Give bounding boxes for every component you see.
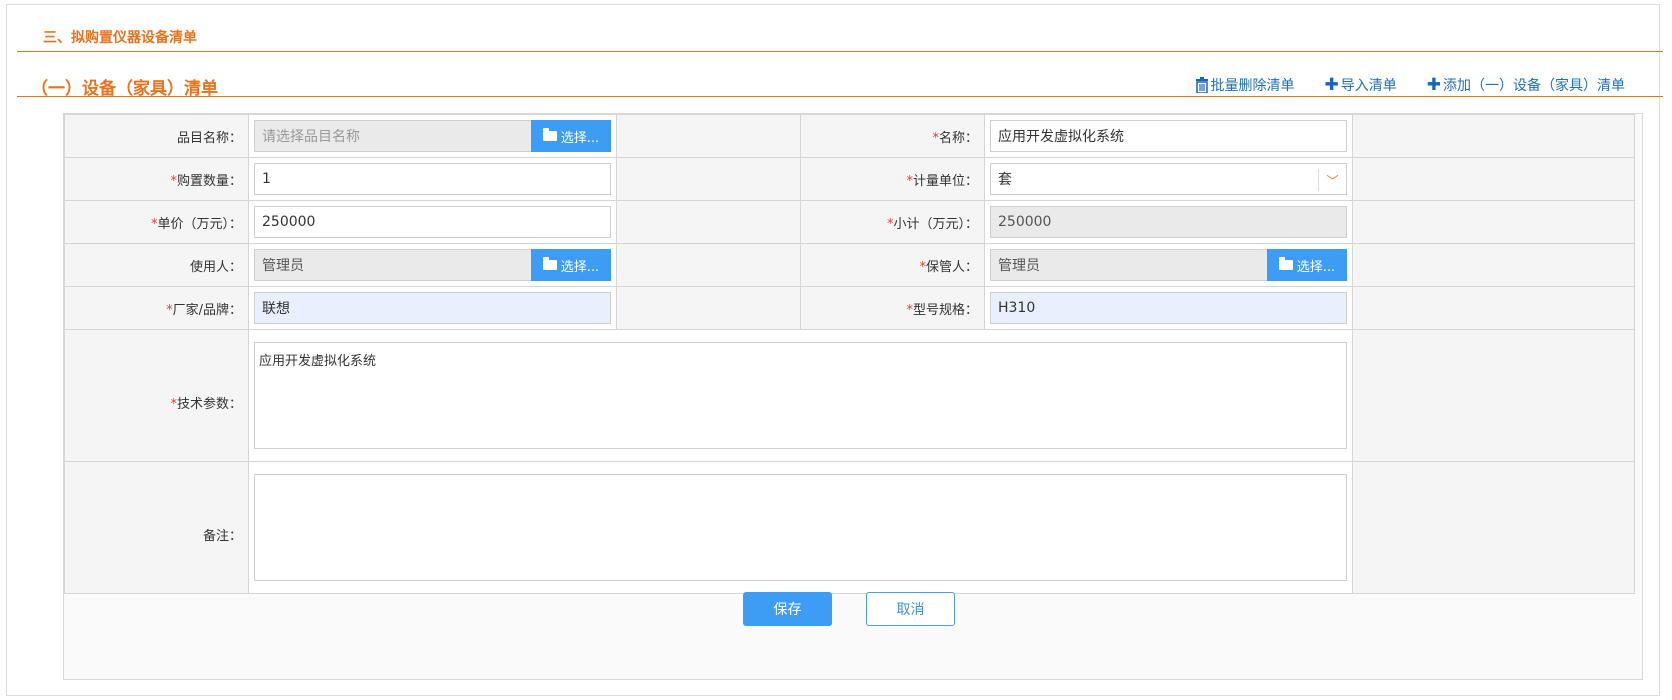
equipment-form: 品目名称： 请选择品目名称 选择... *名称： 应用开发虚拟化系统 *购置数量… xyxy=(63,113,1643,680)
batch-delete-button[interactable]: 批量删除清单 xyxy=(1195,75,1295,95)
name-label: *名称： xyxy=(800,114,985,158)
plus-icon: ✚ xyxy=(1426,74,1441,95)
form-row-people: 使用人： 管理员 选择... *保管人： 管理员 选择... xyxy=(64,243,1635,287)
form-grid: 品目名称： 请选择品目名称 选择... *名称： 应用开发虚拟化系统 *购置数量… xyxy=(64,114,1635,594)
subsection-divider xyxy=(17,96,1663,97)
save-button[interactable]: 保存 xyxy=(743,592,832,626)
unit-select-value: 套 xyxy=(998,172,1012,188)
batch-delete-label: 批量删除清单 xyxy=(1210,78,1295,94)
unit-label: *计量单位： xyxy=(800,157,985,201)
remarks-textarea[interactable] xyxy=(254,474,1347,581)
form-row-item-name: 品目名称： 请选择品目名称 选择... *名称： 应用开发虚拟化系统 xyxy=(64,114,1635,158)
tech-params-textarea[interactable]: 应用开发虚拟化系统 xyxy=(254,342,1347,449)
folder-icon xyxy=(1278,257,1293,270)
form-buttons: 保存 取消 xyxy=(64,592,1634,626)
form-row-tech-params: *技术参数： 应用开发虚拟化系统 xyxy=(64,329,1635,462)
plus-icon: ✚ xyxy=(1324,74,1339,95)
subtotal-label: *小计（万元）： xyxy=(800,200,985,244)
unit-select[interactable]: 套 ﹀ xyxy=(990,163,1347,195)
unit-price-input[interactable]: 250000 xyxy=(254,206,611,238)
model-input[interactable]: H310 xyxy=(990,292,1347,324)
name-input[interactable]: 应用开发虚拟化系统 xyxy=(990,120,1347,152)
chevron-down-icon[interactable]: ﹀ xyxy=(1318,169,1346,191)
list-actions: 批量删除清单 ✚ 导入清单 ✚ 添加（一）设备（家具）清单 xyxy=(1195,75,1625,95)
brand-label: *厂家/品牌： xyxy=(64,286,249,330)
item-name-input[interactable]: 请选择品目名称 xyxy=(254,120,531,152)
user-picker: 管理员 选择... xyxy=(254,249,611,281)
section-divider xyxy=(17,51,1663,52)
item-name-select-button[interactable]: 选择... xyxy=(531,120,611,152)
brand-input[interactable]: 联想 xyxy=(254,292,611,324)
custodian-input[interactable]: 管理员 xyxy=(990,249,1267,281)
page-panel: 三、拟购置仪器设备清单 （一）设备（家具）清单 批量删除清单 ✚ 导入清单 ✚ … xyxy=(6,4,1663,696)
add-equipment-button[interactable]: ✚ 添加（一）设备（家具）清单 xyxy=(1427,75,1625,95)
add-equipment-label: 添加（一）设备（家具）清单 xyxy=(1443,78,1625,94)
subtotal-input: 250000 xyxy=(990,206,1347,238)
remarks-label: 备注： xyxy=(64,461,249,594)
unit-price-label: *单价（万元）： xyxy=(64,200,249,244)
trash-icon xyxy=(1195,77,1208,93)
quantity-label: *购置数量： xyxy=(64,157,249,201)
user-input[interactable]: 管理员 xyxy=(254,249,531,281)
custodian-picker: 管理员 选择... xyxy=(990,249,1347,281)
tech-params-label: *技术参数： xyxy=(64,329,249,462)
form-row-remarks: 备注： xyxy=(64,461,1635,594)
custodian-select-button[interactable]: 选择... xyxy=(1267,249,1347,281)
import-list-label: 导入清单 xyxy=(1340,78,1397,94)
user-select-button[interactable]: 选择... xyxy=(531,249,611,281)
form-row-brand: *厂家/品牌： 联想 *型号规格： H310 xyxy=(64,286,1635,330)
quantity-input[interactable]: 1 xyxy=(254,163,611,195)
custodian-label: *保管人： xyxy=(800,243,985,287)
form-row-quantity: *购置数量： 1 *计量单位： 套 ﹀ xyxy=(64,157,1635,201)
cancel-button[interactable]: 取消 xyxy=(866,592,955,626)
section-title: 三、拟购置仪器设备清单 xyxy=(43,30,197,46)
import-list-button[interactable]: ✚ 导入清单 xyxy=(1325,75,1397,95)
item-name-label: 品目名称： xyxy=(64,114,249,158)
folder-icon xyxy=(542,128,557,141)
model-label: *型号规格： xyxy=(800,286,985,330)
item-name-picker: 请选择品目名称 选择... xyxy=(254,120,611,152)
folder-icon xyxy=(542,257,557,270)
form-row-price: *单价（万元）： 250000 *小计（万元）： 250000 xyxy=(64,200,1635,244)
user-label: 使用人： xyxy=(64,243,249,287)
